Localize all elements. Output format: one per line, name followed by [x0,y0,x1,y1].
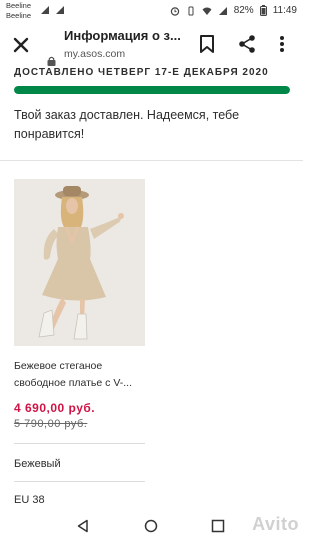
lock-icon [47,56,56,66]
delivery-status-heading: ДОСТАВЛЕНО ЧЕТВЕРГ 17-Е ДЕКАБРЯ 2020 [14,67,269,78]
carrier-2: Beeline [6,11,32,20]
page-title: Информация о з... [64,28,181,43]
delivery-message: Твой заказ доставлен. Надеемся, тебе пон… [14,108,240,141]
signal-icon [218,6,227,15]
clock: 11:49 [272,5,297,16]
signal-icon [56,6,64,14]
back-icon[interactable] [76,519,90,533]
home-icon[interactable] [144,519,158,533]
status-bar: Beeline Beeline 82% 11:49 [0,0,303,22]
close-icon[interactable] [12,36,30,54]
battery-icon [259,5,267,16]
more-icon[interactable] [277,34,287,54]
page-url[interactable]: my.asos.com [64,48,125,60]
alarm-icon [170,6,179,16]
battery-percent: 82% [233,5,254,16]
wifi-icon [202,7,212,15]
detail-divider [14,481,145,482]
previous-price: 5 790,00 руб. [14,418,88,430]
system-nav-bar: Avito [0,512,303,540]
product-name[interactable]: Бежевое стеганое свободное платье с V-..… [14,358,154,392]
status-right: 82% 11:49 [170,5,297,16]
product-size: EU 38 [14,494,45,506]
detail-divider [14,443,145,444]
browser-toolbar: Информация о з... my.asos.com [0,22,303,68]
product-photo [14,179,145,346]
delivery-progress-fill [14,86,290,94]
carrier-1: Beeline [6,1,32,10]
signal-icon [41,6,49,14]
avito-watermark: Avito [252,514,299,534]
bookmark-icon[interactable] [198,34,216,54]
share-icon[interactable] [237,34,257,54]
current-price: 4 690,00 руб. [14,401,96,415]
section-divider [0,160,303,161]
product-image[interactable] [14,179,145,346]
status-icons [40,5,65,15]
delivery-progress-bar [14,86,290,94]
vibrate-icon [188,6,194,15]
recents-icon[interactable] [211,519,225,533]
product-color: Бежевый [14,458,61,470]
